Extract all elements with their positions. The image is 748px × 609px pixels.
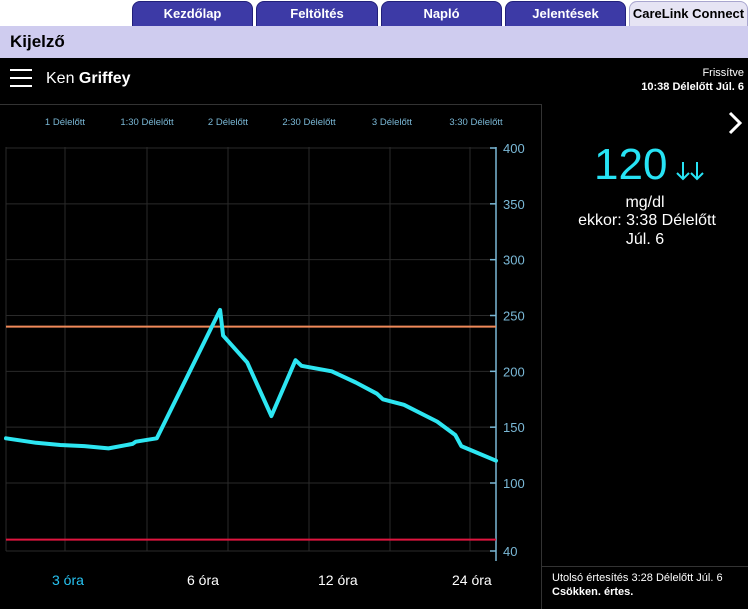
tab-carelink-connect[interactable]: CareLink Connect <box>629 1 748 26</box>
current-glucose-value: 120 <box>594 140 668 189</box>
y-tick-label: 350 <box>503 197 525 212</box>
x-tick-label: 2:30 Délelőtt <box>282 117 336 128</box>
reading-date: Júl. 6 <box>625 231 665 248</box>
user-bar: Ken Griffey Frissítve 10:38 Délelőtt Júl… <box>0 58 748 104</box>
y-tick-label: 300 <box>503 253 525 268</box>
y-tick-label: 100 <box>503 476 525 491</box>
range-button-12h[interactable]: 12 óra <box>318 572 358 588</box>
refresh-label: Frissítve <box>702 67 744 79</box>
y-tick-label: 250 <box>503 309 525 324</box>
glucose-unit: mg/dl <box>625 194 665 211</box>
carelink-connect-screen: Kezdőlap Feltöltés Napló Jelentések Care… <box>0 0 748 609</box>
patient-first-name: Ken <box>46 70 75 87</box>
reading-time: ekkor: 3:38 Délelőtt <box>578 212 716 229</box>
tab-naplo[interactable]: Napló <box>381 1 502 26</box>
range-button-6h[interactable]: 6 óra <box>187 572 219 588</box>
tab-jelentesek[interactable]: Jelentések <box>505 1 626 26</box>
tab-feltoltes[interactable]: Feltöltés <box>256 1 378 26</box>
last-alert-type: Csökken. értes. <box>552 586 634 598</box>
glucose-chart: 400 350 300 250 200 150 100 40 1 Délelőtt 1:30 Dé… <box>4 117 525 561</box>
current-reading-panel: 120 mg/dl ekkor: 3:38 Délelőtt Júl. 6 <box>542 104 748 566</box>
y-tick-label: 400 <box>503 141 525 156</box>
patient-name: Ken Griffey <box>46 70 131 88</box>
double-down-arrow-icon <box>676 162 704 181</box>
chevron-right-icon[interactable] <box>726 110 744 136</box>
x-tick-label: 2 Délelőtt <box>208 117 248 128</box>
x-tick-label: 1 Délelőtt <box>45 117 85 128</box>
glucose-chart-panel: 400 350 300 250 200 150 100 40 1 Délelőtt 1:30 Dé… <box>0 104 542 566</box>
last-alert-time: Utolsó értesítés 3:28 Délelőtt Júl. 6 <box>552 572 723 584</box>
top-tab-bar: Kezdőlap Feltöltés Napló Jelentések Care… <box>0 0 748 26</box>
glucose-series-line <box>4 307 498 463</box>
tab-kezdolap[interactable]: Kezdőlap <box>132 1 253 26</box>
time-range-selector: 3 óra 6 óra 12 óra 24 óra <box>0 566 542 609</box>
x-tick-label: 3:30 Délelőtt <box>449 117 503 128</box>
y-tick-label: 150 <box>503 420 525 435</box>
refresh-time: 10:38 Délelőtt Júl. 6 <box>641 81 744 93</box>
range-button-3h[interactable]: 3 óra <box>52 572 84 588</box>
x-tick-label: 3 Délelőtt <box>372 117 412 128</box>
x-tick-label: 1:30 Délelőtt <box>120 117 174 128</box>
last-alert: Utolsó értesítés 3:28 Délelőtt Júl. 6 Cs… <box>542 566 748 609</box>
patient-last-name: Griffey <box>78 70 131 87</box>
range-button-24h[interactable]: 24 óra <box>452 572 492 588</box>
y-tick-label: 200 <box>503 364 525 379</box>
menu-icon[interactable] <box>10 68 32 88</box>
y-tick-label: 40 <box>503 544 517 559</box>
page-header: Kijelző <box>0 26 748 58</box>
page-title: Kijelző <box>10 32 65 51</box>
